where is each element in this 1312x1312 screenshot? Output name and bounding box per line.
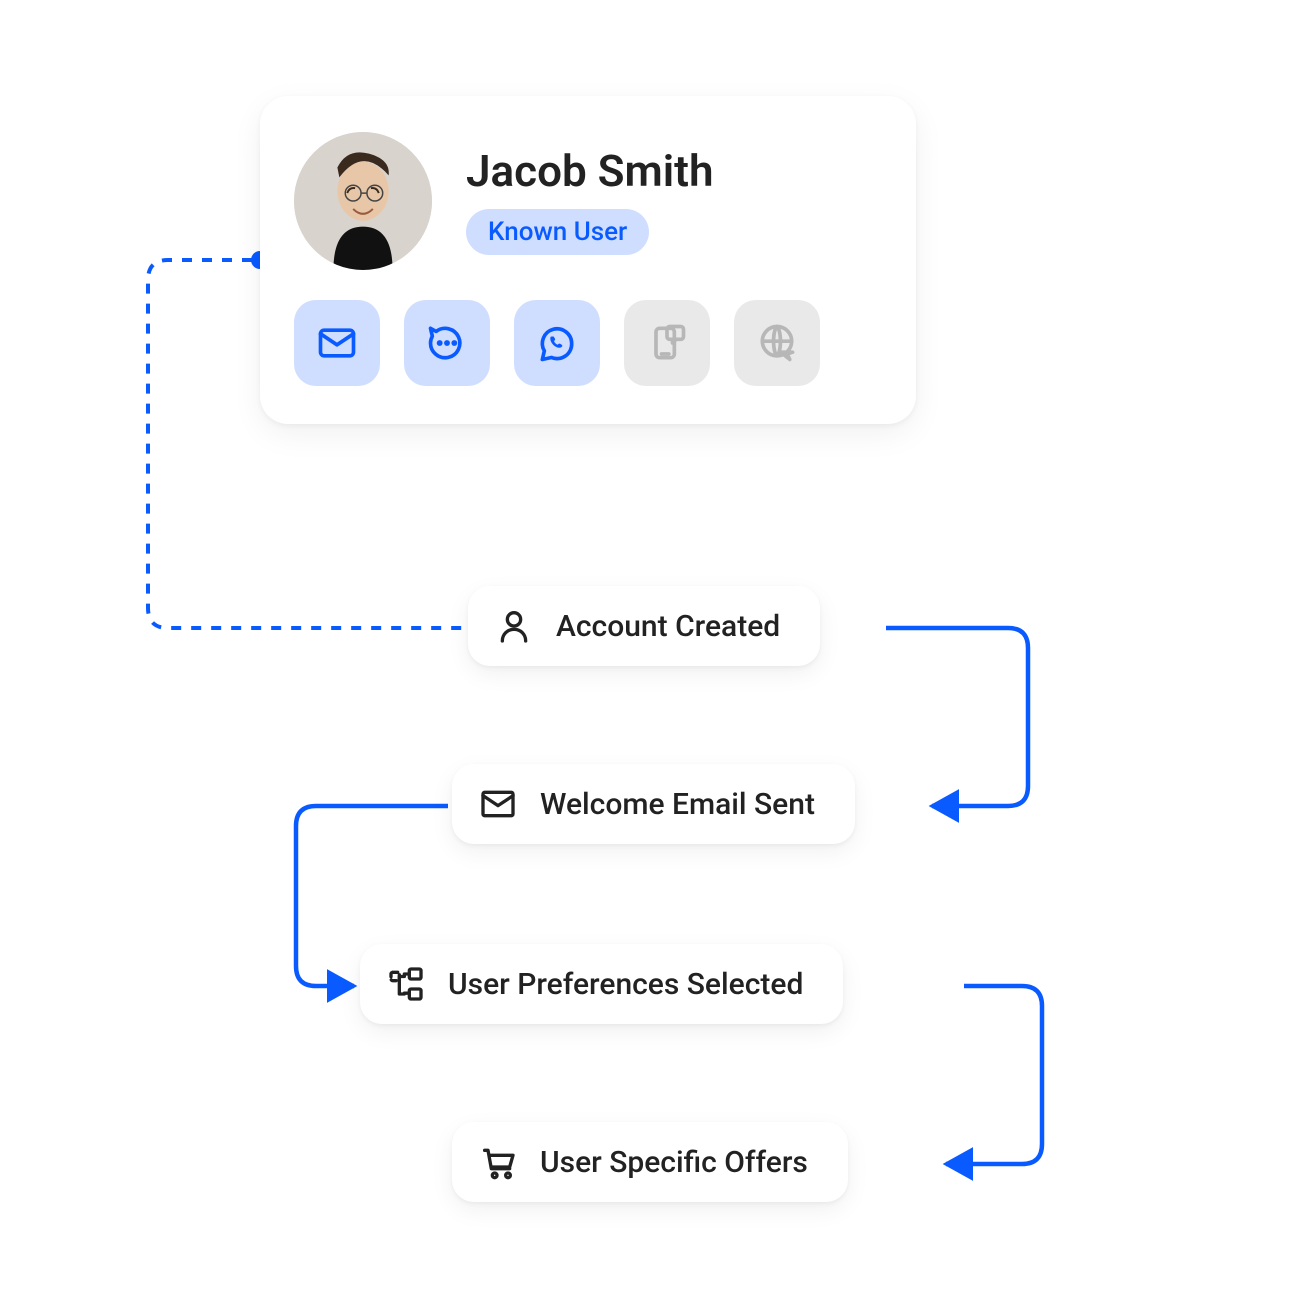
channel-in-app-push[interactable]: [624, 300, 710, 386]
channel-web[interactable]: [734, 300, 820, 386]
step-label: Welcome Email Sent: [540, 787, 815, 822]
step-label: Account Created: [556, 609, 780, 644]
whatsapp-icon: [535, 321, 579, 365]
cart-icon: [478, 1142, 518, 1182]
chat-icon: [425, 321, 469, 365]
channel-row: [294, 300, 882, 386]
profile-card: Jacob Smith Known User: [260, 96, 916, 424]
profile-name: Jacob Smith: [466, 147, 714, 195]
step-account-created: Account Created: [468, 586, 820, 666]
mail-icon: [478, 784, 518, 824]
push-icon: [645, 321, 689, 365]
user-icon: [494, 606, 534, 646]
step-label: User Specific Offers: [540, 1145, 808, 1180]
avatar: [294, 132, 432, 270]
tree-icon: [386, 964, 426, 1004]
step-label: User Preferences Selected: [448, 967, 803, 1002]
profile-status-badge: Known User: [466, 209, 649, 255]
step-user-preferences: User Preferences Selected: [360, 944, 843, 1024]
step-welcome-email: Welcome Email Sent: [452, 764, 855, 844]
globe-icon: [755, 321, 799, 365]
channel-email[interactable]: [294, 300, 380, 386]
channel-chat[interactable]: [404, 300, 490, 386]
mail-icon: [315, 321, 359, 365]
step-user-offers: User Specific Offers: [452, 1122, 848, 1202]
channel-whatsapp[interactable]: [514, 300, 600, 386]
